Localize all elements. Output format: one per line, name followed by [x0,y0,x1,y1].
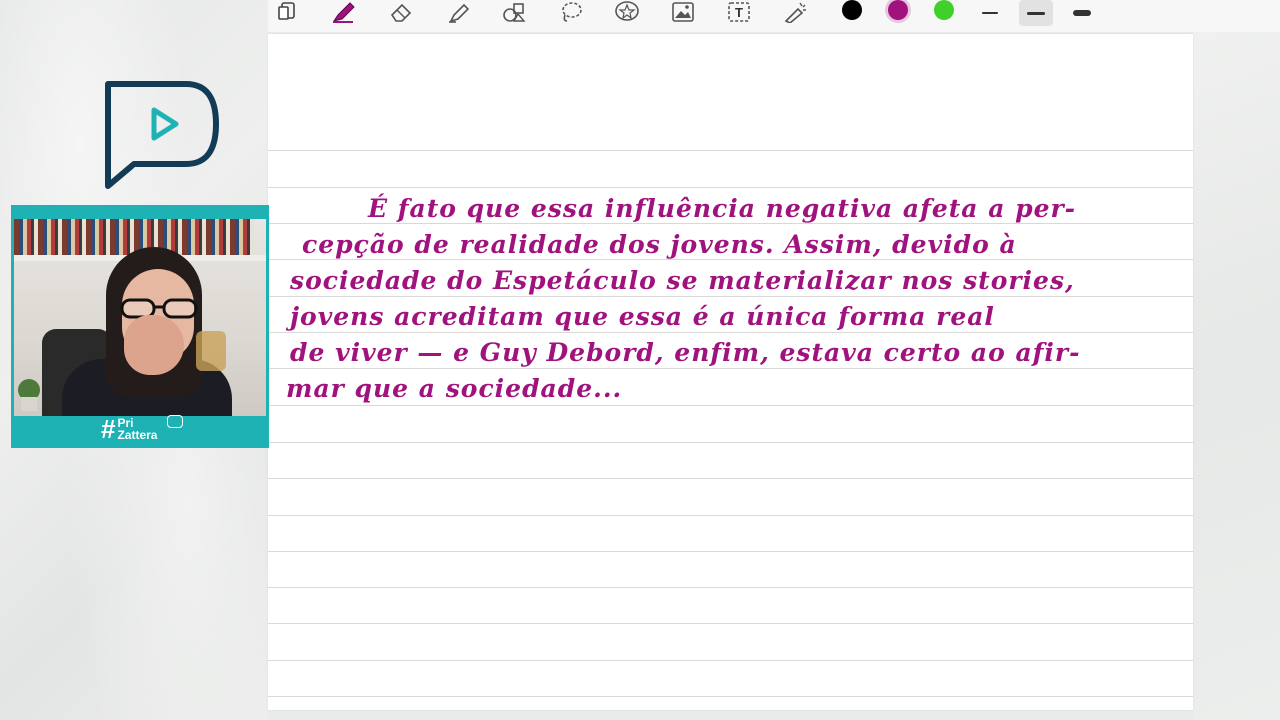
laser-pointer-icon[interactable] [780,0,810,24]
toolbar: T [268,0,1280,32]
ruled-line [268,187,1193,188]
ruled-line [268,296,1193,297]
handwritten-line: É fato que essa influência negativa afet… [368,194,1077,223]
brand-line2: Zattera [117,428,158,442]
ruled-line [268,478,1193,479]
image-icon[interactable] [668,0,698,24]
webcam-video [14,219,266,416]
ruled-line [268,332,1193,333]
brand-hash: # [101,413,116,444]
ruled-line [268,405,1193,406]
webcam-overlay: # Pri Zattera [11,205,269,448]
ruled-line [268,223,1193,224]
handwritten-line: cepção de realidade dos jovens. Assim, d… [302,230,1017,259]
ruled-line [268,587,1193,588]
stroke-thick-option[interactable] [1065,0,1099,26]
handwritten-line: mar que a sociedade... [286,374,623,403]
stroke-medium-option[interactable] [1019,0,1053,26]
ruled-line [268,623,1193,624]
ruled-line [268,660,1193,661]
handwritten-line: de viver — e Guy Debord, enfim, estava c… [290,338,1081,367]
handwritten-line: jovens acreditam que essa é a única form… [290,302,995,331]
stroke-thin-option[interactable] [973,0,1007,26]
play-bubble-logo [105,81,219,189]
sticker-icon[interactable] [612,0,642,24]
pen-icon[interactable] [328,0,358,24]
ruled-line [268,150,1193,151]
color-green-swatch[interactable] [934,0,954,20]
ruled-line [268,551,1193,552]
lasso-icon[interactable] [556,0,586,24]
color-magenta-swatch[interactable] [888,0,908,20]
svg-text:T: T [735,5,743,20]
brand-name: Pri Zattera [117,417,157,441]
ruled-line [268,515,1193,516]
text-icon[interactable]: T [724,0,754,24]
channel-brand: # Pri Zattera [101,413,183,445]
color-black-swatch[interactable] [842,0,862,20]
plant-pot [21,397,37,411]
eraser-icon[interactable] [386,0,416,24]
highlighter-icon[interactable] [444,0,474,24]
shapes-icon[interactable] [500,0,530,24]
chat-bubble-icon [167,415,183,428]
bookshelf [14,219,254,255]
handwritten-line: sociedade do Espetáculo se materializar … [290,266,1075,295]
ruled-line [268,368,1193,369]
decor-ornament [196,331,226,371]
presenter-hand [124,315,184,375]
notebook-page[interactable]: É fato que essa influência negativa afet… [268,34,1193,710]
background-right [1193,0,1280,720]
ruled-line [268,442,1193,443]
ruled-line [268,696,1193,697]
ruled-line [268,259,1193,260]
pages-icon[interactable] [274,0,304,24]
